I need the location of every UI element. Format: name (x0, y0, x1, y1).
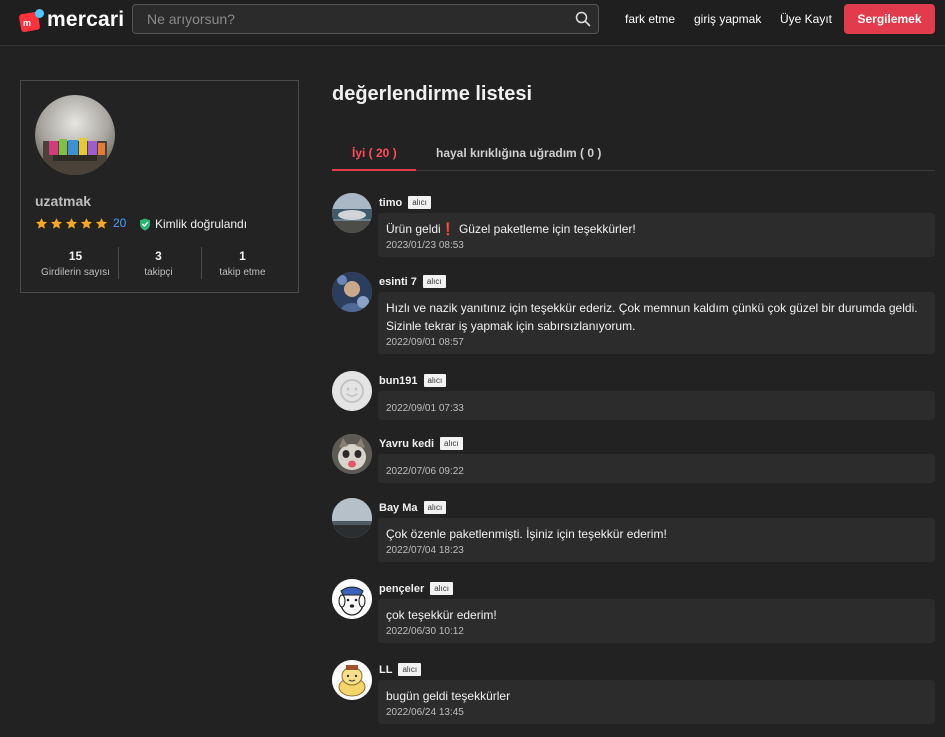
tab-good[interactable]: İyi ( 20 ) (352, 146, 397, 160)
review-date: 2022/09/01 07:33 (386, 403, 464, 414)
reviewer-name[interactable]: Bay Ma (379, 502, 418, 514)
search-icon[interactable] (575, 11, 591, 27)
cartoon-character-avatar-icon (332, 660, 372, 700)
buyer-badge: alıcı (398, 663, 422, 676)
reviewer-avatar[interactable] (332, 434, 372, 474)
review-text: çok teşekkür ederim! (386, 608, 497, 622)
stat-following[interactable]: 1 takip etme (201, 249, 284, 278)
default-avatar-icon (332, 371, 372, 411)
buyer-badge: alıcı (423, 501, 447, 514)
avatar[interactable] (35, 95, 115, 175)
search-input[interactable] (133, 5, 563, 33)
cartoon-dog-avatar-icon (332, 579, 372, 619)
review-tabs: İyi ( 20 ) hayal kırıklığına uğradım ( 0… (332, 141, 935, 171)
reviewer-avatar[interactable] (332, 371, 372, 411)
landscape-avatar-icon (332, 498, 372, 538)
stat-label: takip etme (219, 267, 266, 278)
review-text: Çok özenle paketlenmişti. İşiniz için te… (386, 527, 667, 541)
avatar-image-icon (332, 193, 372, 233)
reviewer-name[interactable]: Yavru kedi (379, 438, 434, 450)
verified-badge: Kimlik doğrulandı (139, 217, 247, 231)
star-icon (35, 217, 48, 229)
search-bar[interactable] (132, 4, 599, 34)
tab-disappointed[interactable]: hayal kırıklığına uğradım ( 0 ) (436, 146, 601, 160)
review-date: 2022/06/30 10:12 (386, 626, 464, 637)
review-text: bugün geldi teşekkürler (386, 689, 511, 703)
mercari-logo[interactable]: m mercari (18, 8, 125, 33)
star-icon (95, 217, 108, 229)
buyer-badge: alıcı (408, 196, 431, 209)
username: uzatmak (35, 193, 92, 209)
reviewer-name[interactable]: pençeler (379, 583, 424, 595)
stat-value: 15 (68, 249, 83, 263)
review-date: 2023/01/23 08:53 (386, 240, 464, 251)
stat-listings[interactable]: 15 Girdilerin sayısı (34, 249, 117, 278)
nav-link-register[interactable]: Üye Kayıt (780, 12, 832, 26)
review-text: Hızlı ve nazik yanıtınız için teşekkür e… (386, 301, 918, 333)
review-bubble: 2022/07/06 09:22 (378, 454, 935, 483)
sell-button[interactable]: Sergilemek (844, 4, 935, 34)
stat-label: takipçi (144, 267, 173, 278)
star-icon (65, 217, 78, 229)
reviewer-name[interactable]: bun191 (379, 375, 418, 387)
stat-label: Girdilerin sayısı (41, 267, 110, 278)
page-title: değerlendirme listesi (332, 83, 533, 105)
logo-text: mercari (47, 8, 125, 31)
reviewer-avatar[interactable] (332, 498, 372, 538)
review-bubble: Hızlı ve nazik yanıtınız için teşekkür e… (378, 292, 935, 354)
star-icon (80, 217, 93, 229)
stat-value: 3 (155, 249, 162, 263)
reviewer-avatar[interactable] (332, 272, 372, 312)
review-bubble: Ürün geldi❗️ Güzel paketleme için teşekk… (378, 213, 935, 257)
review-bubble: Çok özenle paketlenmişti. İşiniz için te… (378, 518, 935, 562)
buyer-badge: alıcı (430, 582, 453, 595)
reviewer-name[interactable]: LL (379, 664, 392, 676)
stat-followers[interactable]: 3 takipçi (117, 249, 200, 278)
shield-check-icon (140, 218, 150, 230)
buyer-badge: alıcı (440, 437, 463, 450)
review-bubble: çok teşekkür ederim! 2022/06/30 10:12 (378, 599, 935, 643)
review-date: 2022/07/04 18:23 (386, 545, 464, 556)
avatar-image-icon (35, 95, 115, 175)
reviewer-name[interactable]: esinti 7 (379, 276, 417, 288)
mercari-logo-icon: m (18, 9, 44, 33)
buyer-badge: alıcı (423, 374, 447, 387)
stat-value: 1 (239, 249, 246, 263)
reviewer-avatar[interactable] (332, 579, 372, 619)
reviewer-name[interactable]: timo (379, 197, 402, 209)
reviewer-avatar[interactable] (332, 660, 372, 700)
review-date: 2022/09/01 08:57 (386, 337, 464, 348)
rating-count-link[interactable]: 20 (113, 216, 126, 230)
review-date: 2022/07/06 09:22 (386, 466, 464, 477)
reviewer-avatar[interactable] (332, 193, 372, 233)
buyer-badge: alıcı (422, 275, 446, 288)
nav-link-login[interactable]: giriş yapmak (694, 12, 761, 26)
review-date: 2022/06/24 13:45 (386, 707, 464, 718)
review-text: Ürün geldi❗️ Güzel paketleme için teşekk… (386, 222, 636, 236)
kitten-avatar-icon (332, 434, 372, 474)
review-bubble: 2022/09/01 07:33 (378, 391, 935, 420)
rating-stars: 20 (35, 216, 126, 230)
verified-label: Kimlik doğrulandı (155, 217, 248, 231)
avatar-image-icon (332, 272, 372, 312)
star-icon (50, 217, 63, 229)
review-bubble: bugün geldi teşekkürler 2022/06/24 13:45 (378, 680, 935, 724)
top-header: m mercari fark etme giriş yapmak Üye Kay… (0, 0, 945, 46)
active-tab-indicator (332, 169, 416, 171)
nav-link-discover[interactable]: fark etme (625, 12, 675, 26)
profile-card: uzatmak 20 Kimlik doğrulandı 15 Girdiler… (20, 80, 299, 293)
